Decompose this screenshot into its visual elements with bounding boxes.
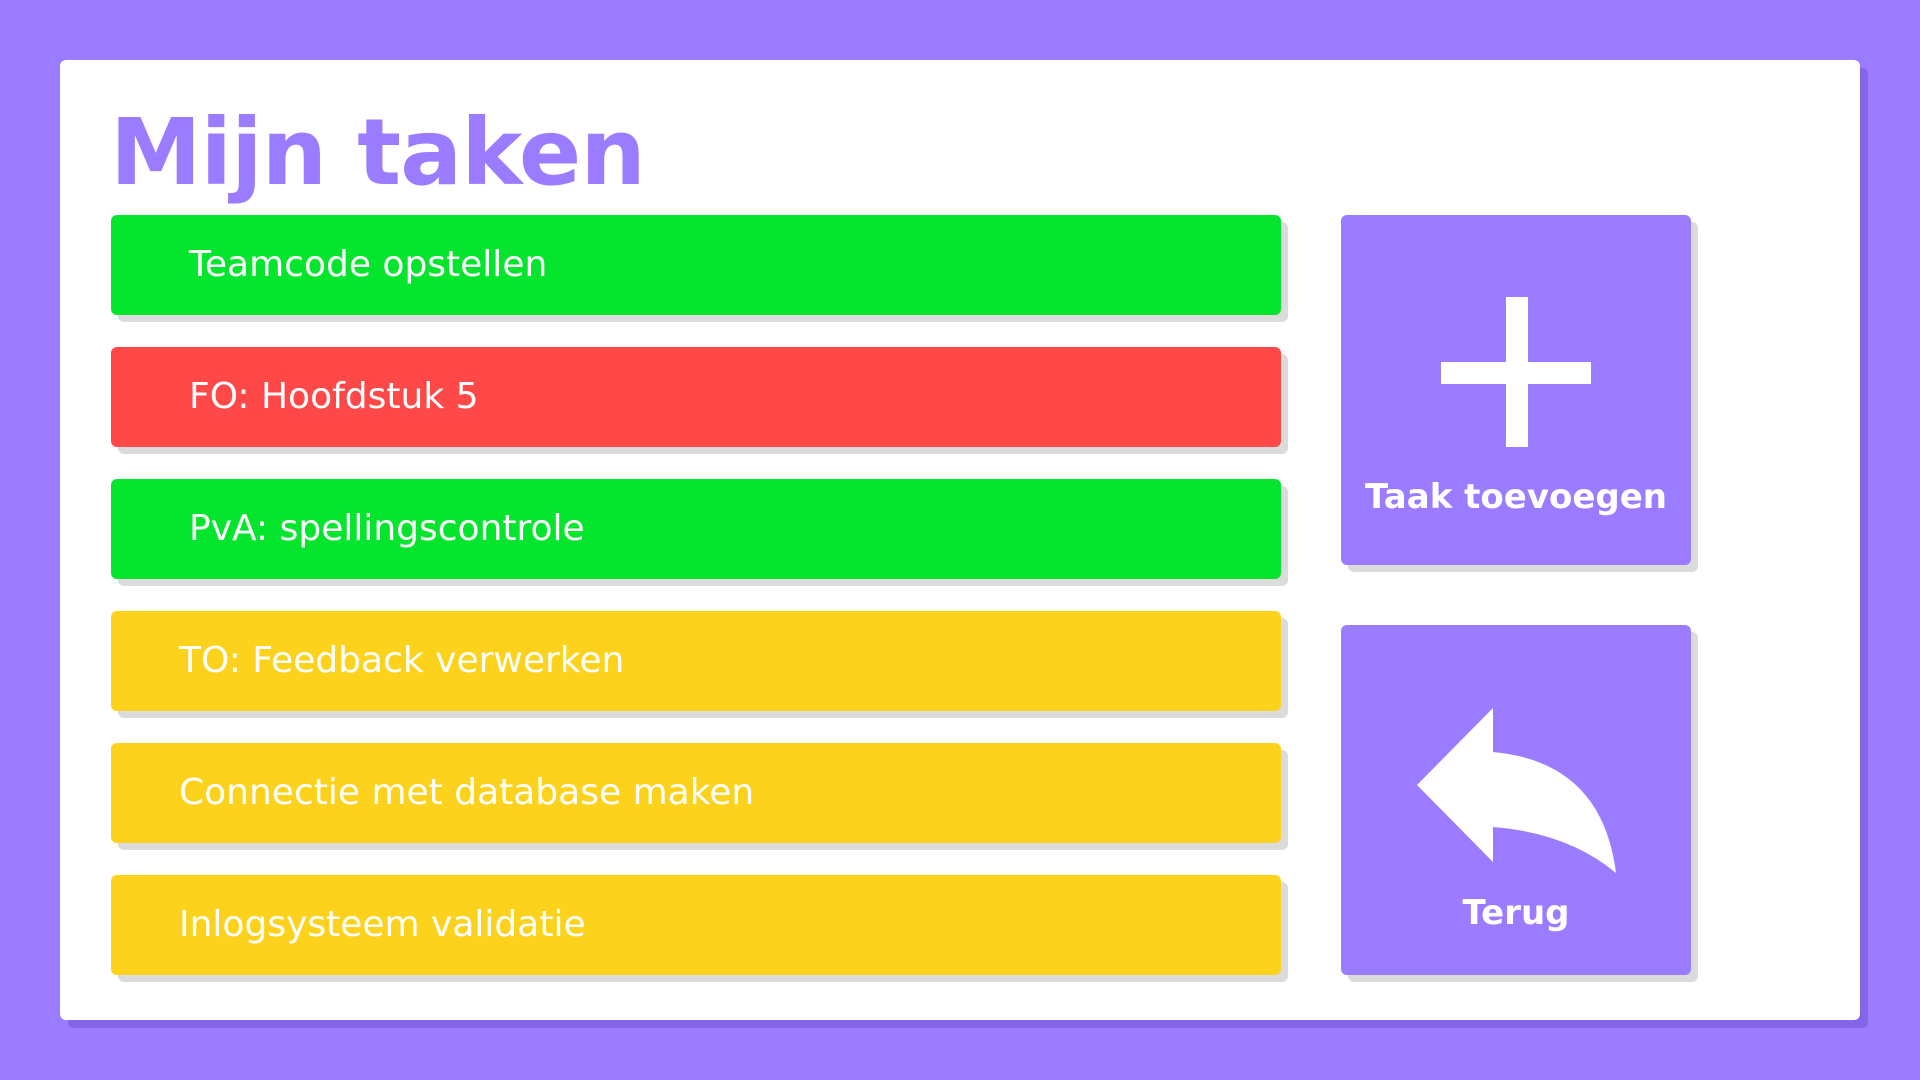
task-label: FO: Hoofdstuk 5: [189, 376, 479, 417]
task-list: Teamcode opstellen FO: Hoofdstuk 5 PvA: …: [111, 215, 1281, 1007]
main-panel: Mijn taken Teamcode opstellen FO: Hoofds…: [60, 60, 1860, 1020]
page-title: Mijn taken: [110, 99, 646, 206]
task-item[interactable]: Connectie met database maken: [111, 743, 1281, 843]
task-label: Teamcode opstellen: [189, 244, 548, 285]
back-label: Terug: [1462, 893, 1570, 933]
task-item[interactable]: TO: Feedback verwerken: [111, 611, 1281, 711]
add-task-button[interactable]: Taak toevoegen: [1341, 215, 1691, 565]
back-button[interactable]: Terug: [1341, 625, 1691, 975]
task-label: TO: Feedback verwerken: [179, 640, 625, 681]
task-label: PvA: spellingscontrole: [189, 508, 585, 549]
task-item[interactable]: Teamcode opstellen: [111, 215, 1281, 315]
task-item[interactable]: Inlogsysteem validatie: [111, 875, 1281, 975]
add-task-label: Taak toevoegen: [1365, 477, 1667, 517]
task-label: Connectie met database maken: [179, 772, 755, 813]
task-label: Inlogsysteem validatie: [179, 904, 586, 945]
task-item[interactable]: PvA: spellingscontrole: [111, 479, 1281, 579]
task-item[interactable]: FO: Hoofdstuk 5: [111, 347, 1281, 447]
